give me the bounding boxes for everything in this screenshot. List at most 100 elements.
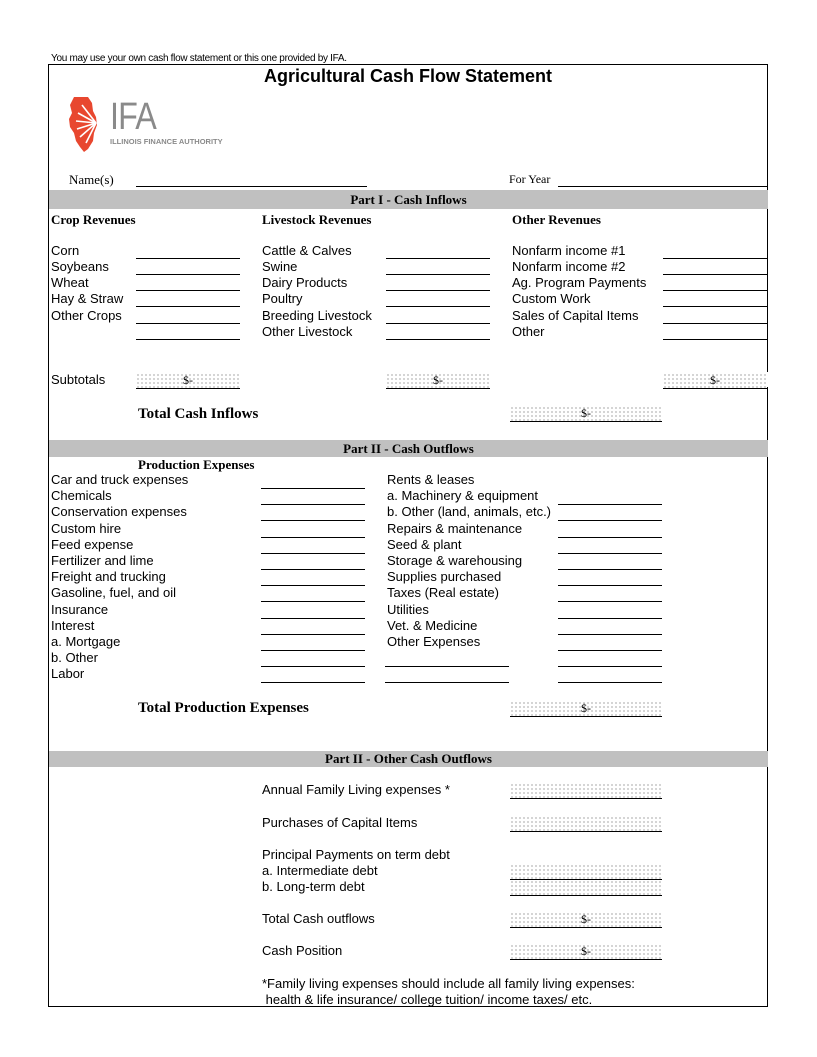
- part2-title: Part II - Cash Outflows: [343, 441, 474, 456]
- expense-item-input[interactable]: [261, 488, 365, 489]
- expense-item-label: a. Machinery & equipment: [387, 488, 539, 503]
- crop-input-corn[interactable]: [136, 258, 240, 259]
- livestock-revenues-heading: Livestock Revenues: [262, 212, 372, 227]
- crop-input-blank[interactable]: [136, 339, 240, 340]
- other-input-nonfarm-2[interactable]: [663, 274, 768, 275]
- longterm-debt-field[interactable]: [510, 880, 662, 896]
- expense-item-input[interactable]: [261, 650, 365, 651]
- other-input-ag-program[interactable]: [663, 290, 768, 291]
- expense-item-label: Labor: [51, 666, 85, 681]
- livestock-input-cattle[interactable]: [386, 258, 490, 259]
- other-input-sales-capital[interactable]: [663, 323, 768, 324]
- livestock-input-breeding[interactable]: [386, 323, 490, 324]
- blank-expense-amount-input[interactable]: [558, 682, 662, 683]
- other-input-other[interactable]: [663, 339, 768, 340]
- total-cash-outflows: $-: [510, 912, 662, 928]
- blank-expense-amount-input[interactable]: [558, 666, 662, 667]
- illinois-state-sunburst-icon: [69, 97, 97, 152]
- livestock-input-poultry[interactable]: [386, 306, 490, 307]
- crop-input-other-crops[interactable]: [136, 323, 240, 324]
- expense-item-label: Rents & leases: [387, 472, 475, 487]
- expense-item-input[interactable]: [261, 553, 365, 554]
- subtotals-label: Subtotals: [51, 372, 106, 387]
- livestock-input-dairy[interactable]: [386, 290, 490, 291]
- expense-item-input[interactable]: [558, 585, 662, 586]
- blank-expense-label-input[interactable]: [385, 666, 509, 667]
- expense-item-input[interactable]: [261, 634, 365, 635]
- livestock-input-swine[interactable]: [386, 274, 490, 275]
- crop-subtotal-value: $-: [183, 373, 193, 387]
- total-production-expenses-label: Total Production Expenses: [138, 700, 309, 716]
- livestock-item-breeding: Breeding Livestock: [262, 308, 372, 323]
- crop-input-wheat[interactable]: [136, 290, 240, 291]
- expense-item-label: Supplies purchased: [387, 569, 502, 584]
- expense-item-input[interactable]: [558, 618, 662, 619]
- name-field[interactable]: [136, 186, 367, 187]
- page-title: Agricultural Cash Flow Statement: [263, 66, 553, 86]
- expense-item-input[interactable]: [261, 618, 365, 619]
- expense-item-input[interactable]: [261, 537, 365, 538]
- expense-item-input[interactable]: [558, 537, 662, 538]
- livestock-input-other[interactable]: [386, 339, 490, 340]
- cash-position-label: Cash Position: [262, 943, 343, 958]
- expense-item-input[interactable]: [261, 569, 365, 570]
- crop-item-other-crops: Other Crops: [51, 308, 122, 323]
- total-cash-inflows-label: Total Cash Inflows: [138, 406, 259, 422]
- blank-expense-label-input[interactable]: [385, 682, 509, 683]
- expense-item-input[interactable]: [558, 553, 662, 554]
- other-item-other: Other: [512, 324, 545, 339]
- expense-item-input[interactable]: [558, 634, 662, 635]
- expense-item-input[interactable]: [261, 504, 365, 505]
- other-input-custom-work[interactable]: [663, 306, 768, 307]
- intermediate-debt-field[interactable]: [510, 864, 662, 880]
- expense-item-label: Custom hire: [51, 521, 122, 536]
- total-production-expenses: $-: [510, 701, 662, 717]
- footnote-line-2: health & life insurance/ college tuition…: [262, 992, 593, 1007]
- logo-letters: IFA: [110, 96, 157, 138]
- expense-item-input[interactable]: [558, 601, 662, 602]
- expense-item-label: Chemicals: [51, 488, 112, 503]
- livestock-subtotal-value: $-: [433, 373, 443, 387]
- expense-item-label: Seed & plant: [387, 537, 462, 552]
- part1-title: Part I - Cash Inflows: [350, 192, 467, 207]
- expense-item-label: Taxes (Real estate): [387, 585, 499, 600]
- crop-item-corn: Corn: [51, 243, 80, 258]
- expense-item-input[interactable]: [261, 585, 365, 586]
- name-label: Name(s): [69, 172, 114, 187]
- other-input-nonfarm-1[interactable]: [663, 258, 768, 259]
- family-living-label: Annual Family Living expenses *: [262, 782, 450, 797]
- total-cash-inflows-value: $-: [581, 406, 591, 420]
- footnote-line-1: *Family living expenses should include a…: [262, 976, 635, 991]
- expense-item-label: Freight and trucking: [51, 569, 166, 584]
- expense-item-input[interactable]: [261, 682, 365, 683]
- crop-item-hay-straw: Hay & Straw: [51, 291, 124, 306]
- expense-item-label: a. Mortgage: [51, 634, 121, 649]
- expense-item-input[interactable]: [261, 520, 365, 521]
- crop-item-soybeans: Soybeans: [51, 259, 109, 274]
- expense-item-label: b. Other: [51, 650, 98, 665]
- ifa-logo: IFA ILLINOIS FINANCE AUTHORITY: [66, 95, 266, 155]
- total-production-expenses-value: $-: [581, 701, 591, 715]
- family-living-field[interactable]: [510, 783, 662, 799]
- year-field[interactable]: [558, 186, 768, 187]
- expense-item-label: Fertilizer and lime: [51, 553, 154, 568]
- expense-item-label: Other Expenses: [387, 634, 481, 649]
- expense-item-label: Gasoline, fuel, and oil: [51, 585, 177, 600]
- crop-input-hay-straw[interactable]: [136, 306, 240, 307]
- longterm-debt-label: b. Long-term debt: [262, 879, 365, 894]
- expense-item-label: Vet. & Medicine: [387, 618, 478, 633]
- other-subtotal-value: $-: [710, 373, 720, 387]
- crop-input-soybeans[interactable]: [136, 274, 240, 275]
- expense-item-input[interactable]: [558, 569, 662, 570]
- part3-title: Part II - Other Cash Outflows: [325, 751, 492, 766]
- expense-item-input[interactable]: [558, 520, 662, 521]
- capital-purchases-field[interactable]: [510, 816, 662, 832]
- expense-item-label: Interest: [51, 618, 95, 633]
- livestock-item-poultry: Poultry: [262, 291, 303, 306]
- production-expenses-heading: Production Expenses: [138, 457, 255, 472]
- expense-item-input[interactable]: [558, 650, 662, 651]
- expense-item-input[interactable]: [261, 666, 365, 667]
- expense-item-input[interactable]: [261, 601, 365, 602]
- expense-item-input[interactable]: [558, 504, 662, 505]
- expense-item-label: Insurance: [51, 602, 109, 617]
